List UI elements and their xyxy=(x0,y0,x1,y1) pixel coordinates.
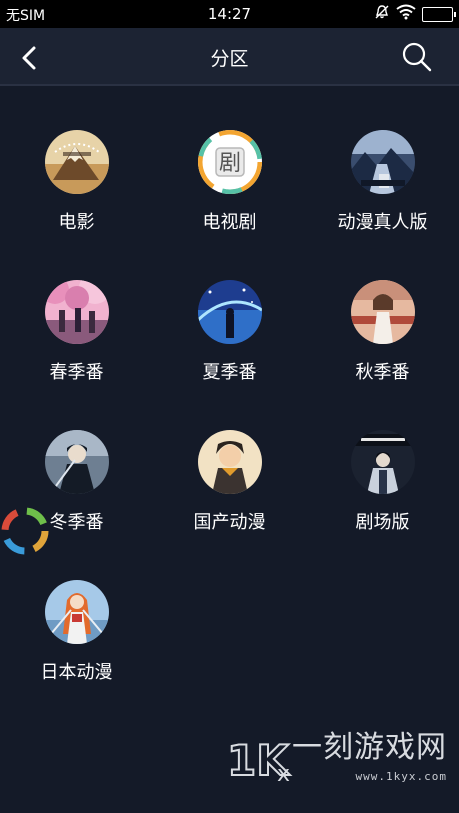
category-spring[interactable]: 春季番 xyxy=(0,236,153,386)
search-icon xyxy=(402,42,432,72)
anime-poster-icon xyxy=(350,130,415,194)
chinese-hero-icon xyxy=(197,430,262,494)
search-button[interactable] xyxy=(399,40,435,76)
category-autumn[interactable]: 秋季番 xyxy=(306,236,459,386)
category-live-action[interactable]: 动漫真人版 xyxy=(306,86,459,236)
category-label: 日本动漫 xyxy=(40,662,113,683)
screen: 无SIM 14:27 分区 电影 剧 电视剧 动漫真人版 春季番 夏季番 秋季番… xyxy=(0,0,459,813)
cherry-blossom-icon xyxy=(44,280,109,344)
svg-text:x: x xyxy=(277,762,290,787)
category-label: 夏季番 xyxy=(202,362,257,383)
nav-bar: 分区 xyxy=(0,28,459,86)
watermark-brand: 一刻游戏网 xyxy=(292,730,447,765)
page-title: 分区 xyxy=(210,48,249,70)
mute-icon xyxy=(374,4,390,24)
mountain-logo-icon xyxy=(44,130,109,194)
category-label: 动漫真人版 xyxy=(337,212,428,233)
category-label: 剧场版 xyxy=(355,512,410,533)
wifi-icon xyxy=(396,4,416,24)
starry-sky-icon xyxy=(197,280,262,344)
status-icons xyxy=(374,4,456,24)
status-bar: 无SIM 14:27 xyxy=(0,0,459,28)
floating-loader-icon[interactable] xyxy=(0,502,52,560)
swordsman-icon xyxy=(44,430,109,494)
swordswoman-icon xyxy=(44,580,109,644)
drama-logo-icon: 剧 xyxy=(197,130,262,194)
watermark-url: www.1kyx.com xyxy=(355,770,447,783)
category-label: 秋季番 xyxy=(355,362,410,383)
battery-icon xyxy=(422,6,456,22)
category-movie[interactable]: 电影 xyxy=(0,86,153,236)
category-tv-series[interactable]: 剧 电视剧 xyxy=(153,86,306,236)
category-summer[interactable]: 夏季番 xyxy=(153,236,306,386)
category-chinese-anime[interactable]: 国产动漫 xyxy=(153,386,306,536)
category-theatrical[interactable]: 剧场版 xyxy=(306,386,459,536)
category-label: 春季番 xyxy=(49,362,104,383)
svg-text:剧: 剧 xyxy=(218,151,240,176)
category-label: 电影 xyxy=(58,212,95,233)
category-label: 冬季番 xyxy=(49,512,104,533)
watermark: 1K x 一刻游戏网 www.1kyx.com xyxy=(226,719,455,799)
movie-poster-icon xyxy=(350,430,415,494)
category-label: 电视剧 xyxy=(202,212,257,233)
category-label: 国产动漫 xyxy=(193,512,266,533)
autumn-girl-icon xyxy=(350,280,415,344)
